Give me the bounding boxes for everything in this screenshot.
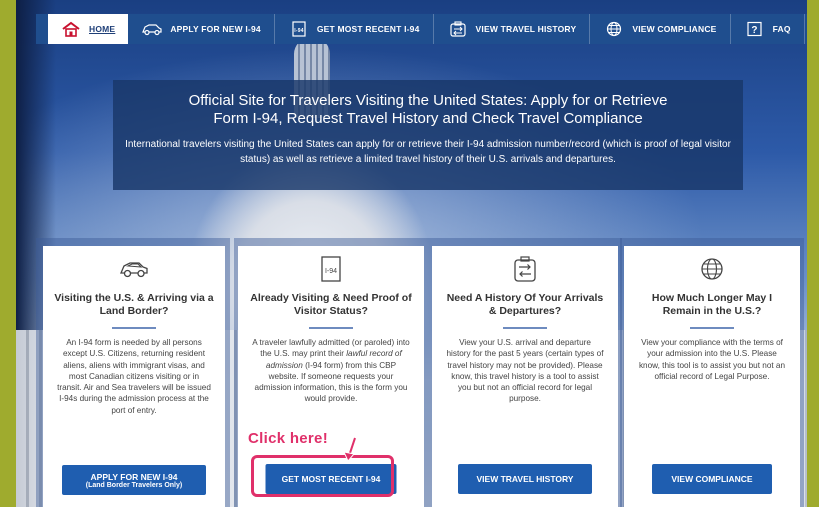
card-title: How Much Longer May I Remain in the U.S.…	[651, 292, 773, 317]
view-compliance-button[interactable]: VIEW COMPLIANCE	[652, 464, 772, 494]
arrow-icon	[343, 437, 357, 462]
button-label: VIEW TRAVEL HISTORY	[476, 474, 574, 484]
page-background: HOME APPLY FOR NEW I-94 I-94 GET MOST RE…	[16, 0, 807, 507]
nav-faq[interactable]: ? FAQ	[731, 14, 805, 44]
globe-icon	[701, 258, 723, 280]
divider	[309, 327, 353, 329]
svg-text:I-94: I-94	[294, 28, 303, 34]
card-body: An I-94 form is needed by all persons ex…	[57, 338, 211, 415]
nav-view-compliance[interactable]: VIEW COMPLIANCE	[590, 14, 731, 44]
question-icon: ?	[746, 21, 762, 37]
card-title: Already Visiting & Need Proof of Visitor…	[250, 292, 412, 317]
nav-compliance-label: VIEW COMPLIANCE	[632, 24, 717, 34]
card-title: Visiting the U.S. & Arriving via a Land …	[54, 292, 214, 317]
hero-description: International travelers visiting the Uni…	[125, 139, 731, 165]
divider	[690, 327, 734, 329]
hero-title: Official Site for Travelers Visiting the…	[188, 92, 668, 127]
hero-banner: Official Site for Travelers Visiting the…	[113, 80, 743, 190]
highlight-box	[251, 455, 394, 497]
card-compliance: How Much Longer May I Remain in the U.S.…	[624, 246, 800, 507]
globe-icon	[607, 21, 622, 37]
card-land-border: Visiting the U.S. & Arriving via a Land …	[43, 246, 225, 507]
nav-travel-history-label: VIEW TRAVEL HISTORY	[475, 24, 577, 34]
nav-get-recent-label: GET MOST RECENT I-94	[316, 24, 420, 34]
top-navigation: HOME APPLY FOR NEW I-94 I-94 GET MOST RE…	[36, 14, 807, 44]
nav-apply-new-i94[interactable]: APPLY FOR NEW I-94	[128, 14, 275, 44]
nav-get-most-recent-i94[interactable]: I-94 GET MOST RECENT I-94	[275, 14, 434, 44]
divider	[503, 327, 547, 329]
card-travel-history: Need A History Of Your Arrivals & Depart…	[432, 246, 618, 507]
card-body: A traveler lawfully admitted (or paroled…	[252, 338, 410, 404]
card-body: View your compliance with the terms of y…	[638, 338, 786, 381]
i94-doc-icon: I-94	[321, 256, 341, 282]
travel-history-icon	[514, 256, 536, 282]
svg-text:I-94: I-94	[325, 268, 337, 275]
nav-apply-label: APPLY FOR NEW I-94	[170, 24, 261, 34]
nav-faq-label: FAQ	[772, 24, 791, 34]
button-sublabel: (Land Border Travelers Only)	[85, 481, 183, 489]
card-title: Need A History Of Your Arrivals & Depart…	[446, 292, 604, 317]
click-here-annotation: Click here!	[248, 430, 328, 447]
svg-text:?: ?	[751, 25, 757, 36]
button-label: VIEW COMPLIANCE	[671, 474, 753, 484]
nav-home-label: HOME	[89, 24, 116, 34]
home-icon	[62, 21, 80, 37]
apply-new-i94-button[interactable]: APPLY FOR NEW I-94 (Land Border Traveler…	[62, 465, 206, 495]
button-label: APPLY FOR NEW I-94	[90, 471, 178, 482]
travel-history-icon	[449, 21, 466, 37]
i94-doc-icon: I-94	[292, 21, 306, 37]
nav-view-travel-history[interactable]: VIEW TRAVEL HISTORY	[434, 14, 591, 44]
card-body: View your U.S. arrival and departure his…	[446, 338, 604, 404]
nav-home[interactable]: HOME	[48, 14, 129, 44]
car-icon	[142, 24, 162, 36]
view-travel-history-button[interactable]: VIEW TRAVEL HISTORY	[458, 464, 592, 494]
car-icon	[120, 262, 148, 278]
divider	[112, 327, 156, 329]
